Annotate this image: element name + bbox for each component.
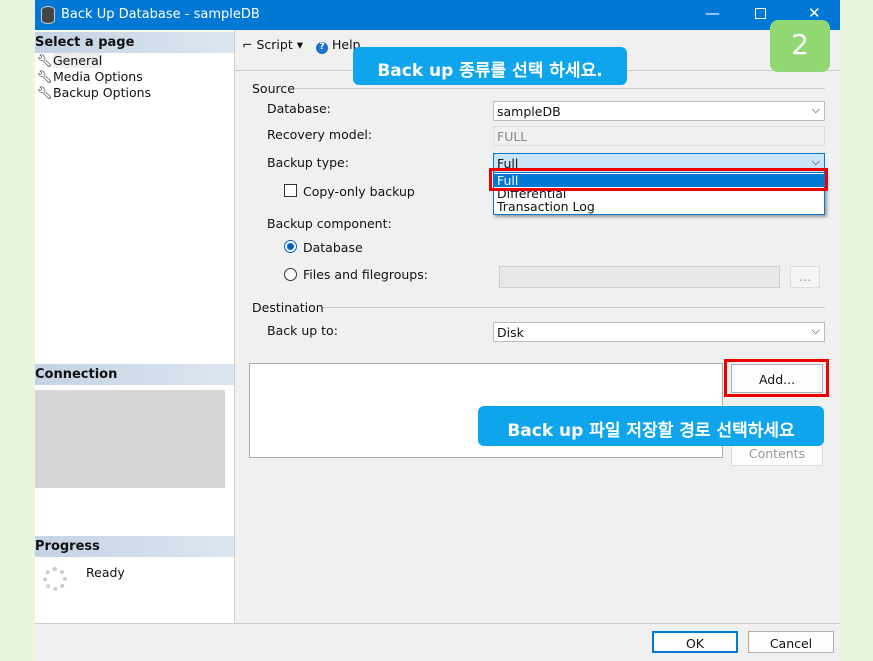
database-select[interactable]: sampleDB ⌵ xyxy=(493,101,825,121)
script-icon: ⌐ xyxy=(242,37,253,52)
wrench-icon: 🔧︎ xyxy=(37,69,53,84)
filegroups-field xyxy=(499,266,780,288)
source-title: Source xyxy=(252,81,295,96)
connection-info xyxy=(35,390,225,488)
filegroups-browse-button: ... xyxy=(790,266,820,288)
highlight-add-button xyxy=(724,359,829,397)
destination-title: Destination xyxy=(252,300,324,315)
source-divider xyxy=(295,88,825,89)
left-panel: Select a page 🔧︎General 🔧︎Media Options … xyxy=(35,30,235,623)
help-icon: ? xyxy=(316,42,328,54)
title-bar: Back Up Database - sampleDB — ✕ xyxy=(35,0,840,30)
backup-dialog: Back Up Database - sampleDB — ✕ Select a… xyxy=(35,0,840,661)
component-files-label: Files and filegroups: xyxy=(303,267,428,282)
step-badge: 2 xyxy=(770,20,830,72)
script-button[interactable]: ⌐ Script ▾ xyxy=(242,37,303,52)
chevron-down-icon: ⌵ xyxy=(811,155,820,168)
component-database-label: Database xyxy=(303,240,363,255)
window-title: Back Up Database - sampleDB xyxy=(61,7,260,22)
wrench-icon: 🔧︎ xyxy=(37,53,53,68)
backup-component-label: Backup component: xyxy=(267,216,392,231)
chevron-down-icon: ⌵ xyxy=(811,103,820,116)
main-panel: ⌐ Script ▾ ? Help Source Database: sampl… xyxy=(35,30,840,653)
footer-divider xyxy=(35,623,840,624)
backup-to-select[interactable]: Disk ⌵ xyxy=(493,322,825,342)
select-page-header: Select a page xyxy=(35,32,234,53)
ok-button[interactable]: OK xyxy=(652,631,738,653)
recovery-model-field: FULL xyxy=(493,126,825,146)
database-icon xyxy=(41,6,55,24)
copy-only-checkbox[interactable] xyxy=(284,184,297,197)
progress-status: Ready xyxy=(86,565,125,580)
connection-header: Connection xyxy=(35,364,234,385)
page-backup-options[interactable]: 🔧︎Backup Options xyxy=(37,85,151,101)
backup-type-label: Backup type: xyxy=(267,155,349,170)
cancel-button[interactable]: Cancel xyxy=(748,631,834,653)
callout-backup-type: Back up 종류를 선택 하세요. xyxy=(353,47,627,85)
page-general[interactable]: 🔧︎General xyxy=(37,53,103,69)
spinner-icon xyxy=(43,567,67,591)
maximize-button[interactable] xyxy=(755,8,766,19)
copy-only-label: Copy-only backup xyxy=(303,184,415,199)
database-label: Database: xyxy=(267,101,331,116)
page-media-options[interactable]: 🔧︎Media Options xyxy=(37,69,143,85)
option-transaction-log[interactable]: Transaction Log xyxy=(494,200,824,213)
highlight-full-option xyxy=(489,168,828,191)
destination-divider xyxy=(323,307,825,308)
component-database-radio[interactable] xyxy=(284,240,297,253)
minimize-button[interactable]: — xyxy=(705,4,720,22)
wrench-icon: 🔧︎ xyxy=(37,85,53,100)
recovery-model-label: Recovery model: xyxy=(267,127,373,142)
progress-header: Progress xyxy=(35,536,234,557)
backup-to-label: Back up to: xyxy=(267,323,338,338)
component-files-radio[interactable] xyxy=(284,268,297,281)
chevron-down-icon: ⌵ xyxy=(811,324,820,337)
callout-backup-path: Back up 파일 저장할 경로 선택하세요 xyxy=(478,406,824,446)
